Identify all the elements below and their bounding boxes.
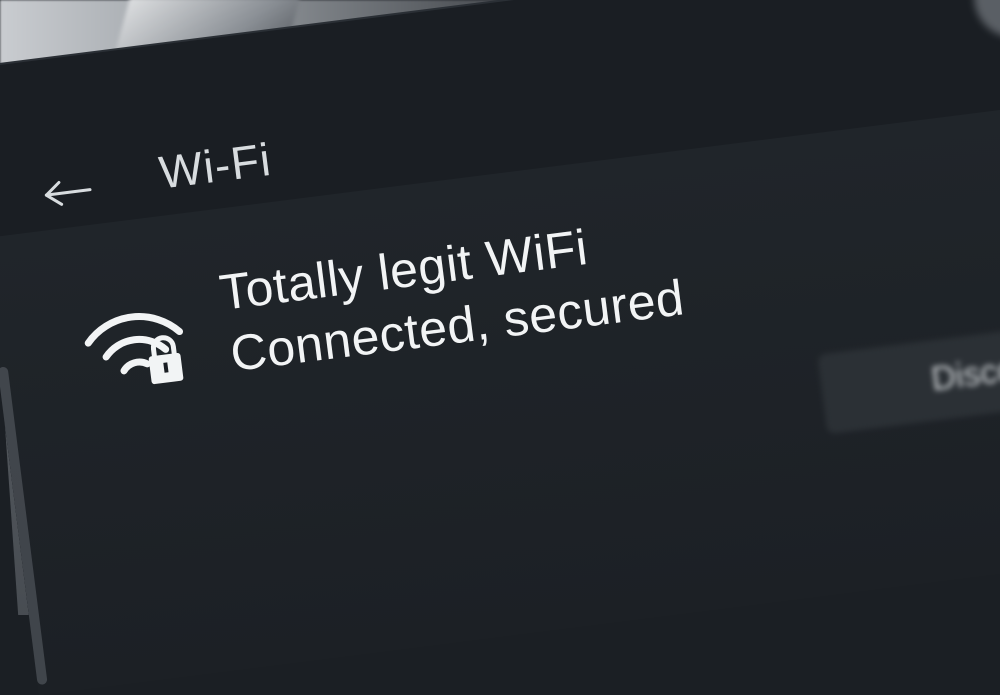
- back-arrow-icon[interactable]: [41, 175, 94, 211]
- toggle-switch[interactable]: [969, 0, 1000, 42]
- settings-window: Wi-Fi Totally legit WiFi Connected, secu…: [0, 0, 1000, 695]
- wifi-secured-icon: [84, 313, 184, 385]
- page-title: Wi-Fi: [156, 132, 275, 199]
- disconnect-button-label: Disconnect: [929, 339, 1000, 399]
